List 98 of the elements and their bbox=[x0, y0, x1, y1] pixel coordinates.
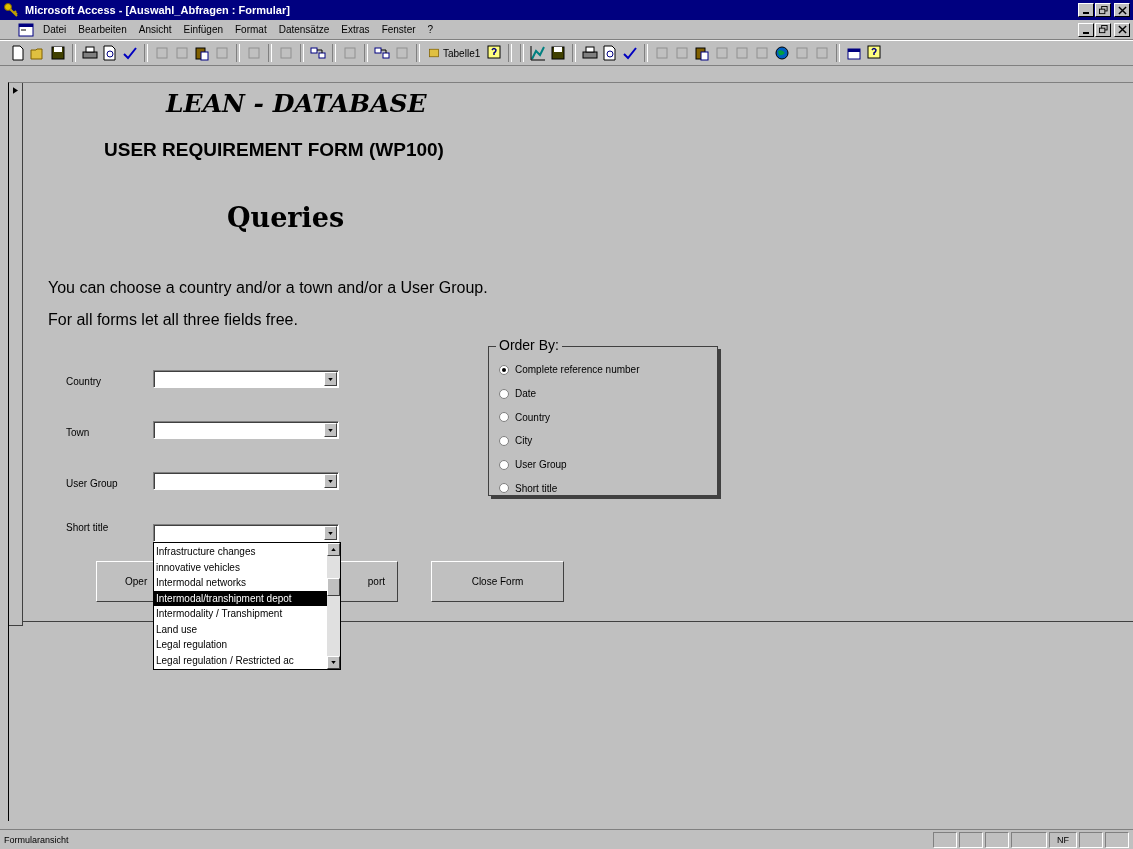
radio-label: Complete reference number bbox=[515, 364, 640, 376]
dropdown-button[interactable] bbox=[324, 526, 337, 540]
instruction-text: For all forms let all three fields free. bbox=[48, 311, 298, 329]
tab-order-icon[interactable] bbox=[310, 45, 326, 61]
field-label: Town bbox=[66, 427, 90, 438]
menu-item[interactable]: ? bbox=[424, 24, 437, 35]
form-title: LEAN - DATABASE bbox=[166, 89, 427, 118]
scrollbar[interactable] bbox=[327, 543, 340, 669]
menu-item[interactable]: Format bbox=[232, 24, 270, 35]
caret-down-icon bbox=[328, 428, 333, 432]
save-icon[interactable] bbox=[550, 45, 567, 61]
menu-item[interactable]: Einfügen bbox=[180, 24, 226, 35]
restore-button[interactable] bbox=[1095, 3, 1111, 17]
radio-label: City bbox=[515, 435, 533, 447]
radio-button[interactable] bbox=[499, 483, 509, 494]
status-pane bbox=[1105, 831, 1129, 848]
restore-button[interactable] bbox=[1095, 22, 1111, 37]
print-icon[interactable] bbox=[582, 45, 599, 61]
status-pane bbox=[1011, 831, 1047, 848]
relationships-icon[interactable] bbox=[374, 45, 390, 61]
form-heading: Queries bbox=[227, 202, 345, 233]
status-pane bbox=[985, 831, 1009, 848]
help-icon[interactable] bbox=[486, 45, 503, 61]
key-icon bbox=[3, 2, 19, 18]
scroll-thumb[interactable] bbox=[327, 578, 340, 596]
caret-down-icon bbox=[328, 377, 333, 381]
close-icon bbox=[1117, 25, 1127, 34]
list-item[interactable]: Legal regulation bbox=[154, 637, 327, 653]
field-label: User Group bbox=[66, 478, 118, 489]
form-subtitle: USER REQUIREMENT FORM (WP100) bbox=[104, 139, 444, 161]
combo-box[interactable] bbox=[153, 524, 339, 542]
print-icon[interactable] bbox=[82, 45, 98, 61]
menu-item[interactable]: Bearbeiten bbox=[75, 24, 130, 35]
caret-down-icon bbox=[331, 661, 336, 664]
close-icon bbox=[1117, 5, 1127, 15]
list-item[interactable]: Land use bbox=[154, 621, 327, 637]
status-indicator: NF bbox=[1049, 831, 1077, 848]
menu-item[interactable]: Datensätze bbox=[275, 24, 333, 35]
menu-item[interactable]: Ansicht bbox=[135, 24, 175, 35]
menu-item[interactable]: Fenster bbox=[378, 24, 419, 35]
dropdown-button[interactable] bbox=[324, 372, 337, 386]
list-item[interactable]: Infrastructure changes bbox=[154, 544, 327, 560]
spelling-check-icon[interactable] bbox=[122, 45, 138, 61]
radio-button[interactable] bbox=[499, 459, 509, 470]
close-button[interactable] bbox=[1114, 22, 1130, 37]
list-item[interactable]: Legal regulation / Restricted ac bbox=[154, 652, 327, 668]
minimize-icon bbox=[1083, 31, 1089, 34]
restore-icon bbox=[1098, 5, 1108, 15]
new-document-icon[interactable] bbox=[10, 45, 26, 61]
close-button[interactable] bbox=[1114, 3, 1130, 17]
minimize-button[interactable] bbox=[1078, 22, 1094, 37]
new-object-icon[interactable] bbox=[846, 45, 863, 61]
combo-box[interactable] bbox=[153, 370, 339, 388]
dropdown-button[interactable] bbox=[324, 474, 337, 488]
status-text: Formularansicht bbox=[4, 834, 69, 845]
menu-item[interactable]: Datei bbox=[40, 24, 70, 35]
combo-box[interactable] bbox=[153, 421, 339, 439]
caret-down-icon bbox=[328, 479, 333, 483]
window-title: Microsoft Access - [Auswahl_Abfragen : Formular] bbox=[25, 4, 290, 16]
restore-icon bbox=[1098, 25, 1108, 34]
minimize-icon bbox=[1083, 12, 1089, 14]
print-preview-icon[interactable] bbox=[602, 45, 619, 61]
table-button[interactable]: Tabelle1 bbox=[426, 47, 483, 59]
save-icon[interactable] bbox=[50, 45, 66, 61]
minimize-button[interactable] bbox=[1078, 3, 1094, 17]
radio-label: Country bbox=[515, 411, 550, 423]
print-preview-icon[interactable] bbox=[102, 45, 118, 61]
spelling-check-icon[interactable] bbox=[622, 45, 639, 61]
combo-box[interactable] bbox=[153, 472, 339, 490]
radio-button[interactable] bbox=[499, 388, 509, 399]
list-item[interactable]: Intermodality / Transhipment bbox=[154, 606, 327, 622]
paste-icon[interactable] bbox=[194, 45, 210, 61]
radio-button[interactable] bbox=[499, 412, 509, 423]
radio-button[interactable] bbox=[499, 435, 509, 446]
menu-item[interactable]: Extras bbox=[338, 24, 373, 35]
list-item[interactable]: Intermodal/transhipment depot bbox=[154, 590, 327, 606]
dropdown-button[interactable] bbox=[324, 423, 337, 437]
table-icon bbox=[428, 47, 440, 59]
chart-icon[interactable] bbox=[530, 45, 547, 61]
record-pointer-icon bbox=[13, 87, 18, 94]
caret-down-icon bbox=[328, 531, 333, 535]
instruction-text: You can choose a country and/or a town and/or a User Group. bbox=[48, 279, 488, 297]
caret-up-icon bbox=[331, 548, 336, 551]
radio-button[interactable] bbox=[499, 364, 509, 375]
form-button[interactable]: Close Form bbox=[431, 561, 564, 602]
globe-icon[interactable] bbox=[774, 45, 791, 61]
form-icon[interactable] bbox=[18, 21, 34, 38]
radio-label: Date bbox=[515, 388, 537, 399]
field-label: Country bbox=[66, 376, 101, 387]
group-legend: Order By: bbox=[496, 337, 562, 353]
status-pane bbox=[933, 831, 957, 848]
field-label: Short title bbox=[66, 522, 109, 533]
help-icon[interactable] bbox=[866, 45, 883, 61]
status-pane bbox=[1079, 831, 1103, 848]
radio-label: Short title bbox=[515, 482, 558, 494]
radio-label: User Group bbox=[515, 459, 567, 470]
status-pane bbox=[959, 831, 983, 848]
paste-icon[interactable] bbox=[694, 45, 711, 61]
